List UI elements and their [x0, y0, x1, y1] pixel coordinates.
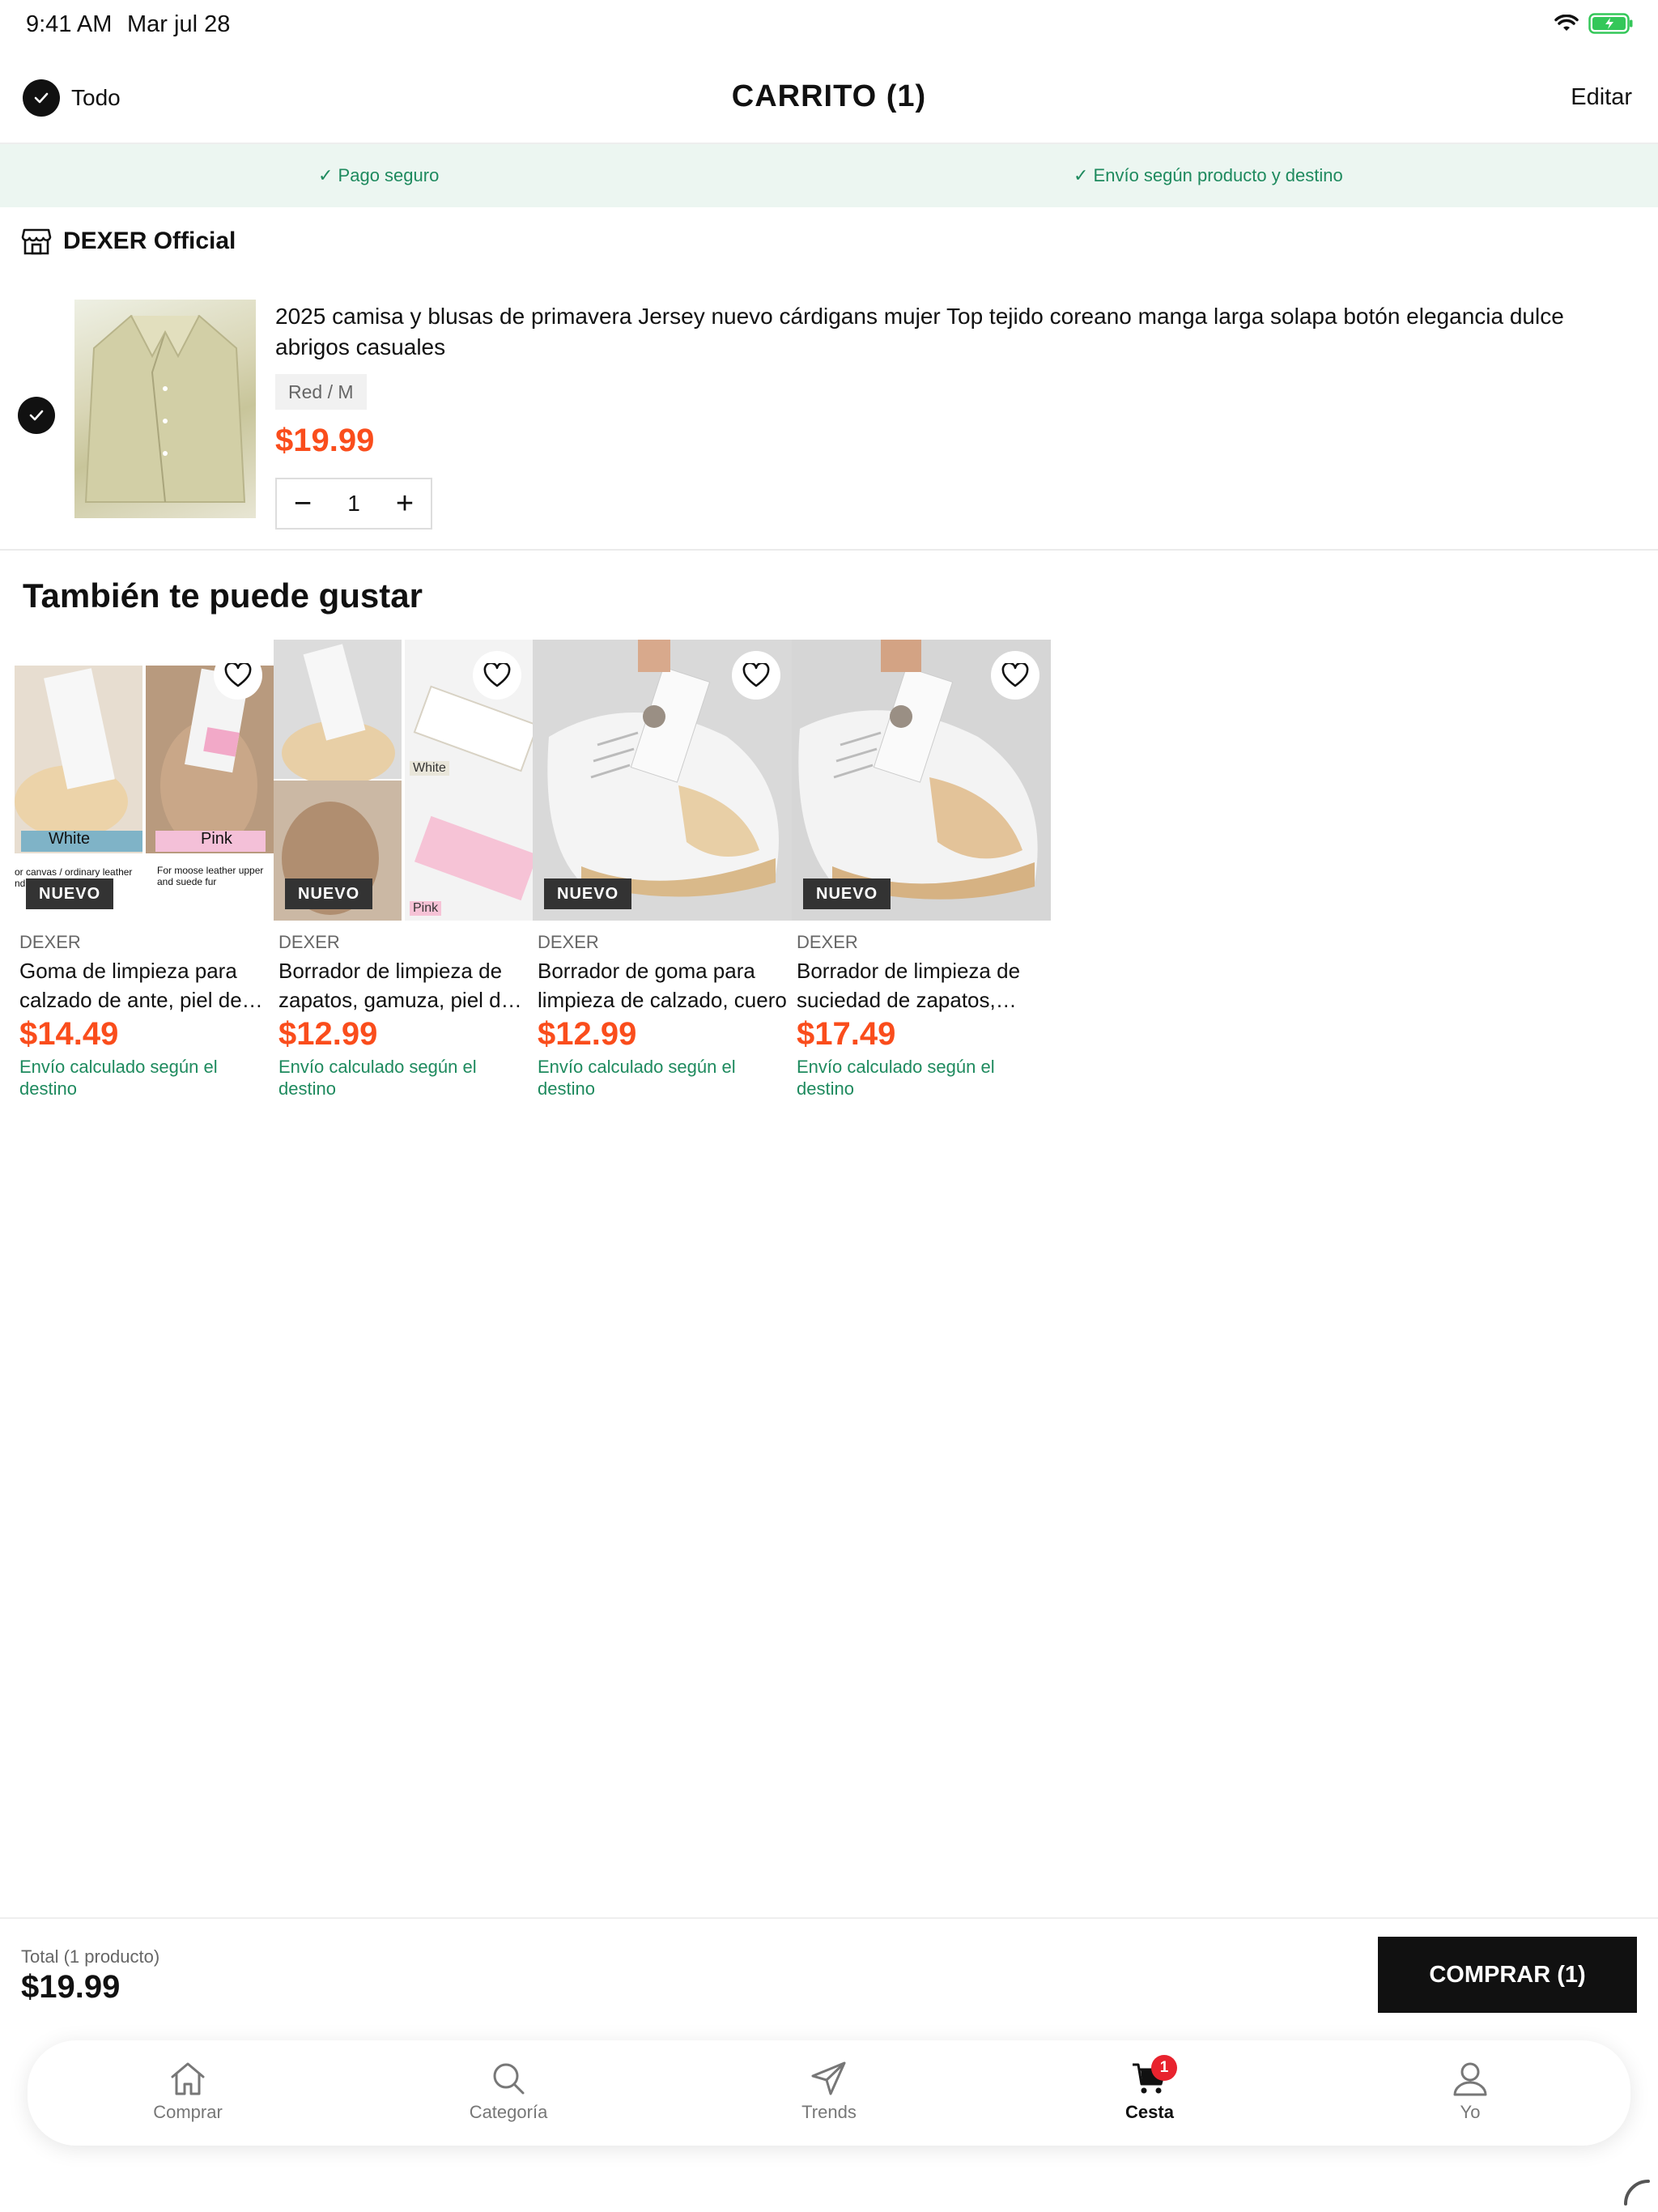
tab-yo[interactable]: Yo [1310, 2040, 1630, 2146]
product-brand: DEXER [278, 932, 340, 952]
total-amount: $19.99 [21, 1969, 121, 2005]
checkout-button[interactable]: COMPRAR (1) [1378, 1937, 1637, 2013]
store-icon [21, 228, 52, 255]
recommendations-list: White Pink or canvas / ordinary leather … [15, 640, 1051, 1100]
variant-selector[interactable]: Red / M [275, 374, 367, 410]
product-name[interactable]: Borrador de limpieza de zapatos, gamuza,… [278, 956, 528, 1015]
store-name: DEXER Official [63, 228, 236, 254]
tab-comprar[interactable]: Comprar [28, 2040, 348, 2146]
page-title: CARRITO (1) [731, 79, 927, 113]
cart-header: Todo CARRITO (1) Editar [0, 52, 1658, 144]
image-caption: For moose leather upper and suede fur [157, 865, 264, 887]
tab-label: Comprar [153, 2102, 223, 2122]
battery-icon [1588, 13, 1633, 34]
product-image[interactable]: White Pink or canvas / ordinary leather … [15, 640, 274, 921]
tab-label: Cesta [1125, 2102, 1174, 2122]
cart-count-badge: 1 [1151, 2055, 1177, 2081]
wishlist-heart-icon[interactable] [732, 651, 780, 700]
product-image[interactable]: White Pink NUEVO [274, 640, 533, 921]
cart-item: 2025 camisa y blusas de primavera Jersey… [0, 283, 1658, 551]
new-badge: NUEVO [544, 878, 632, 909]
guarantee-banner: ✓ Pago seguro ✓ Envío según producto y d… [0, 144, 1658, 207]
product-card[interactable]: NUEVO DEXER Borrador de goma para limpie… [533, 640, 792, 1100]
new-badge: NUEVO [26, 878, 114, 909]
product-image[interactable] [74, 300, 256, 518]
product-card[interactable]: NUEVO DEXER Borrador de limpieza de suci… [792, 640, 1051, 1100]
quantity-stepper: − 1 + [275, 478, 432, 530]
product-brand: DEXER [19, 932, 81, 952]
product-price: $12.99 [538, 1016, 637, 1052]
product-price: $14.49 [19, 1016, 119, 1052]
edit-button[interactable]: Editar [1571, 84, 1632, 111]
product-card[interactable]: White Pink NUEVO DEXER Borrador de limpi… [274, 640, 533, 1100]
search-icon [493, 2063, 525, 2095]
shipping-info: Envío calculado según el destino [797, 1057, 995, 1099]
product-price: $17.49 [797, 1016, 896, 1052]
checkmark-icon [29, 410, 44, 421]
shipping-info: Envío calculado según el destino [278, 1057, 477, 1099]
home-icon [171, 2062, 205, 2095]
variant-label-white: White [410, 761, 449, 776]
product-title[interactable]: 2025 camisa y blusas de primavera Jersey… [275, 301, 1619, 363]
wishlist-heart-icon[interactable] [991, 651, 1039, 700]
tab-cesta[interactable]: 1 Cesta [989, 2040, 1310, 2146]
tab-label: Categoría [469, 2102, 548, 2122]
decrease-quantity-button[interactable]: − [277, 479, 329, 528]
status-time: 9:41 AM [26, 11, 113, 37]
quantity-value[interactable]: 1 [329, 491, 379, 517]
increase-quantity-button[interactable]: + [379, 479, 431, 528]
product-name[interactable]: Borrador de goma para limpieza de calzad… [538, 956, 787, 1015]
wishlist-heart-icon[interactable] [473, 651, 521, 700]
tab-trends[interactable]: Trends [669, 2040, 989, 2146]
variant-label-pink: Pink [201, 830, 232, 848]
tab-label: Yo [1460, 2102, 1481, 2122]
recommendations-title: También te puede gustar [23, 576, 423, 615]
checkout-bar: Total (1 producto) $19.99 COMPRAR (1) [0, 1917, 1658, 2039]
product-image[interactable]: NUEVO [792, 640, 1051, 921]
tab-label: Trends [801, 2102, 857, 2122]
product-image[interactable]: NUEVO [533, 640, 792, 921]
shipping-info: Envío calculado según el destino [538, 1057, 736, 1099]
status-date: Mar jul 28 [127, 11, 231, 37]
product-price: $12.99 [278, 1016, 378, 1052]
new-badge: NUEVO [803, 878, 891, 909]
user-icon [1453, 2062, 1487, 2096]
product-name[interactable]: Borrador de limpieza de suciedad de zapa… [797, 956, 1046, 1015]
product-brand: DEXER [538, 932, 599, 952]
wifi-icon [1554, 15, 1579, 31]
new-badge: NUEVO [285, 878, 373, 909]
total-label: Total (1 producto) [21, 1946, 160, 1967]
resize-handle-icon[interactable] [1621, 2175, 1653, 2207]
status-bar: 9:41 AM Mar jul 28 [0, 0, 1658, 52]
shipping-info: Envío calculado según el destino [19, 1057, 218, 1099]
product-card[interactable]: White Pink or canvas / ordinary leather … [15, 640, 274, 1100]
send-icon [811, 2061, 846, 2095]
wishlist-heart-icon[interactable] [214, 651, 262, 700]
product-name[interactable]: Goma de limpieza para calzado de ante, p… [19, 956, 269, 1015]
product-brand: DEXER [797, 932, 858, 952]
variant-label-white: White [49, 830, 91, 848]
product-price: $19.99 [275, 423, 375, 458]
status-icons [1554, 13, 1634, 34]
store-header[interactable]: DEXER Official [21, 227, 236, 256]
secure-payment-note: ✓ Pago seguro [318, 165, 440, 185]
tab-categoria[interactable]: Categoría [348, 2040, 669, 2146]
variant-label-pink: Pink [410, 901, 442, 916]
shipping-note: ✓ Envío según producto y destino [1073, 165, 1343, 185]
tab-bar: Comprar Categoría Trends 1 Cesta Yo [28, 2040, 1630, 2146]
item-select-checkbox[interactable] [18, 397, 55, 434]
